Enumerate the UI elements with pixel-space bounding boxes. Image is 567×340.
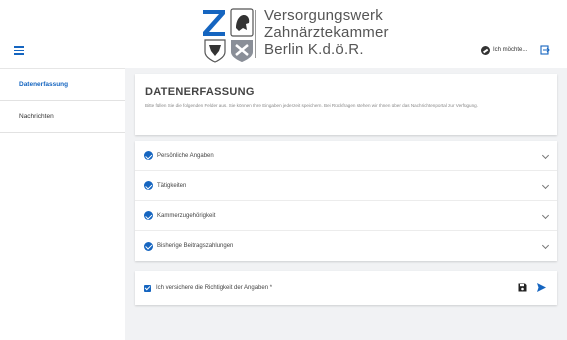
- intro-description: Bitte füllen Sie die folgenden Felder au…: [145, 103, 478, 108]
- chevron-down-icon[interactable]: [541, 241, 550, 250]
- logo-divider: [255, 10, 256, 58]
- sidebar-item-label: Nachrichten: [19, 113, 54, 120]
- check-circle-icon: [144, 211, 153, 220]
- section-persoenliche-angaben[interactable]: Persönliche Angaben: [135, 141, 557, 171]
- section-label: Kammerzugehörigkeit: [157, 212, 216, 219]
- main-content: DATENERFASSUNG Bitte füllen Sie die folg…: [125, 68, 567, 340]
- section-label: Tätigkeiten: [157, 182, 187, 189]
- form-sections-accordion: Persönliche Angaben Tätigkeiten Kammerzu…: [135, 141, 557, 261]
- sidebar-item-nachrichten[interactable]: Nachrichten: [0, 101, 125, 133]
- organization-name-line-2: Zahnärztekammer: [264, 24, 389, 41]
- organization-name-line-3: Berlin K.d.ö.R.: [264, 41, 364, 58]
- section-bisherige-beitragszahlungen[interactable]: Bisherige Beitragszahlungen: [135, 231, 557, 261]
- page-title: DATENERFASSUNG: [145, 86, 255, 98]
- chevron-down-icon[interactable]: [541, 181, 550, 190]
- confirmation-label: Ich versichere die Richtigkeit der Angab…: [156, 285, 273, 291]
- confirmation-checkbox[interactable]: [144, 284, 151, 292]
- user-icon: [481, 45, 490, 55]
- save-icon[interactable]: [518, 283, 527, 292]
- organization-logo: [203, 8, 254, 63]
- sidebar: Datenerfassung Nachrichten: [0, 68, 125, 340]
- chevron-down-icon[interactable]: [541, 211, 550, 220]
- sidebar-item-label: Datenerfassung: [19, 81, 69, 88]
- intro-card: DATENERFASSUNG Bitte füllen Sie die folg…: [135, 74, 557, 135]
- check-circle-icon: [144, 181, 153, 190]
- section-label: Bisherige Beitragszahlungen: [157, 243, 234, 249]
- section-label: Persönliche Angaben: [157, 152, 214, 159]
- user-menu-button[interactable]: Ich möchte...: [481, 44, 527, 56]
- sidebar-item-datenerfassung[interactable]: Datenerfassung: [0, 69, 125, 101]
- user-menu-label: Ich möchte...: [493, 47, 528, 53]
- send-icon[interactable]: [536, 282, 547, 293]
- check-circle-icon: [144, 151, 153, 160]
- app-header: Versorgungswerk Zahnärztekammer Berlin K…: [0, 0, 567, 68]
- hamburger-menu-icon[interactable]: [14, 46, 24, 55]
- logout-icon[interactable]: [540, 45, 550, 55]
- organization-name-line-1: Versorgungswerk: [264, 7, 383, 24]
- chevron-down-icon[interactable]: [541, 151, 550, 160]
- check-circle-icon: [144, 241, 153, 251]
- section-taetigkeiten[interactable]: Tätigkeiten: [135, 171, 557, 201]
- organization-name: Versorgungswerk Zahnärztekammer Berlin K…: [264, 7, 389, 58]
- confirmation-card: Ich versichere die Richtigkeit der Angab…: [135, 271, 557, 305]
- section-kammerzugehoerigkeit[interactable]: Kammerzugehörigkeit: [135, 201, 557, 231]
